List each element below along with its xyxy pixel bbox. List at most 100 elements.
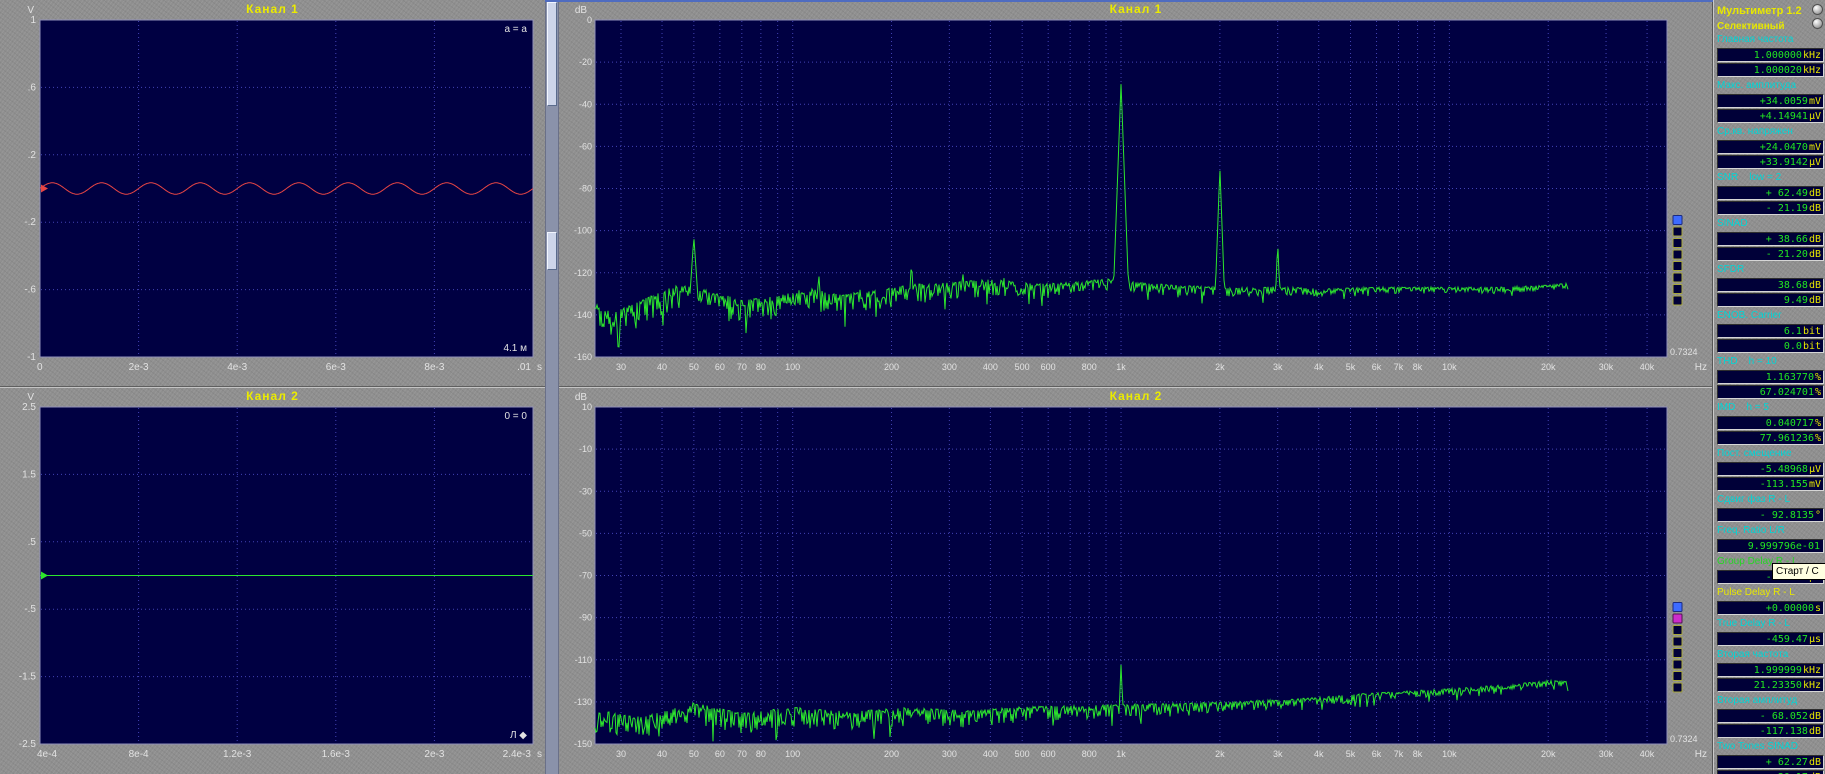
axis-label: 1k [1116,749,1126,759]
trace-select-button[interactable] [1672,682,1683,693]
meter-value-box: 1.000020 kHz [1717,63,1824,77]
axis-label: -50 [579,528,592,538]
multimeter-mode-led-button[interactable] [1812,18,1823,29]
meter-value: - 21.20 [1765,248,1808,260]
axis-label: 500 [1015,362,1030,372]
scope-annotation-bottom-right: Л ◆ [510,730,527,741]
axis-label: Hz [1695,362,1707,373]
meter-value-box: + 62.27 dB [1717,755,1824,769]
axis-label: 0 [587,15,592,25]
scope2-plot: 2.5 1.5 .5 -.5 -1.5 -2.54e-4 8e-4 1.2e-3 1.6e-3 2… [19,392,542,760]
axis-label: 10k [1442,749,1457,759]
axis-label: 30 [616,749,626,759]
trace-select-button[interactable] [1672,226,1683,237]
axis-label: 4e-4 [37,749,57,760]
scrollbar-thumb-top[interactable] [547,2,557,106]
meter-value: +24.0470 [1759,141,1808,153]
spectrum2-title: Канал 2 [1109,389,1163,403]
meter-value: +33.9142 [1759,156,1808,168]
axis-label: 70 [737,749,747,759]
meter-row-label: Вторая частота [1717,649,1789,660]
axis-label: -30 [579,486,592,496]
axis-label: 7k [1394,749,1404,759]
trace-select-button[interactable] [1672,283,1683,294]
spectrum-channel-1-panel: Канал 1 0 -20 -40 -60 -80 -100 -120 -140 -160 30 4… [559,0,1713,387]
meter-unit: dB [1808,202,1821,214]
axis-label: -110 [575,655,592,665]
meter-row-label: IMD h = 5 [1717,402,1769,413]
meter-unit: % [1814,417,1821,429]
meter-value-box: -5.48968 µV [1717,462,1824,476]
meter-value-box: - 21.20 dB [1717,247,1824,261]
meter-row-label: Two Tones SINAD [1717,741,1798,752]
axis-label: -40 [579,99,592,109]
meter-value-box: +34.0059 mV [1717,94,1824,108]
meter-value: +0.00000 [1765,602,1814,614]
trace-select-button[interactable] [1672,272,1683,283]
trace-select-button[interactable] [1672,624,1683,635]
axis-label: -150 [574,739,592,749]
vertical-scrollbar[interactable] [545,0,559,774]
scope1-plot: 1.6.2-.2-.6-10 2e-3 4e-3 6e-3 8e-3.01Vsа = а… [24,5,542,373]
meter-value: 1.000020 [1753,64,1802,76]
trace-select-button[interactable] [1672,260,1683,271]
trace-select-button[interactable] [1672,636,1683,647]
meter-value: + 62.49 [1765,187,1808,199]
meter-row-label: Макс. амплитуда [1717,80,1797,91]
meter-value-box: 9.999796e-01 [1717,539,1824,553]
axis-label: 1k [1116,362,1126,372]
axis-label: -130 [574,697,592,707]
meter-row-label: Вторая амплитуд [1717,695,1798,706]
meter-value-box: -459.47µs [1717,632,1824,646]
meter-value: 67.024701 [1759,386,1814,398]
meter-unit: ° [1814,509,1821,521]
axis-label: -90 [579,613,592,623]
axis-label: -1.5 [19,672,37,683]
axis-label: 1.2e-3 [223,749,252,760]
axis-label: 300 [942,749,957,759]
meter-unit: dB [1808,248,1821,260]
trace-select-button[interactable] [1672,647,1683,658]
scope1-title: Канал 1 [246,2,299,16]
meter-value: -117.138 [1759,725,1808,737]
trace-select-button[interactable] [1672,214,1683,225]
trace-select-button[interactable] [1672,249,1683,260]
scrollbar-thumb-lower[interactable] [547,232,557,270]
multimeter-power-led-button[interactable] [1812,4,1823,15]
meter-unit: s [1814,602,1821,614]
axis-label: 800 [1082,362,1097,372]
meter-row-label: Сдвиг фаз R - L [1717,494,1791,505]
axis-label: 30k [1599,362,1614,372]
axis-label: 300 [942,362,957,372]
axis-label: .01 [517,362,531,373]
meter-row-label: THD h = 10 [1717,356,1777,367]
trace-select-button[interactable] [1672,295,1683,306]
meter-value: - 92.8135 [1759,509,1814,521]
axis-label: 80 [756,749,766,759]
multimeter-mode-label[interactable]: Селективный [1717,21,1785,32]
axis-label: -70 [579,571,592,581]
trace-select-button[interactable] [1672,601,1683,612]
axis-label: 8e-4 [129,749,149,760]
trace-select-button[interactable] [1672,670,1683,681]
trace-select-button[interactable] [1672,613,1683,624]
axis-label: 400 [983,362,998,372]
meter-row-label: True Delay R - L [1717,618,1790,629]
meter-value: +34.0059 [1759,95,1808,107]
axis-label: s [537,362,542,373]
meter-unit: dB [1808,710,1821,722]
axis-label: 2k [1215,362,1225,372]
meter-value: 38.68 [1777,279,1808,291]
axis-label: 70 [737,362,747,372]
meter-unit: mV [1808,478,1821,490]
meter-value-box: 6.1 bit [1717,324,1824,338]
meter-unit: % [1814,432,1821,444]
meter-value-box: - 21.19 dB [1717,201,1824,215]
trace-select-button[interactable] [1672,659,1683,670]
axis-label: 500 [1015,749,1030,759]
meter-unit: mV [1808,95,1821,107]
meter-value-box: 38.68 dB [1717,278,1824,292]
trace-select-button[interactable] [1672,237,1683,248]
meter-unit: bit [1802,325,1821,337]
meter-value: - 68.052 [1759,710,1808,722]
